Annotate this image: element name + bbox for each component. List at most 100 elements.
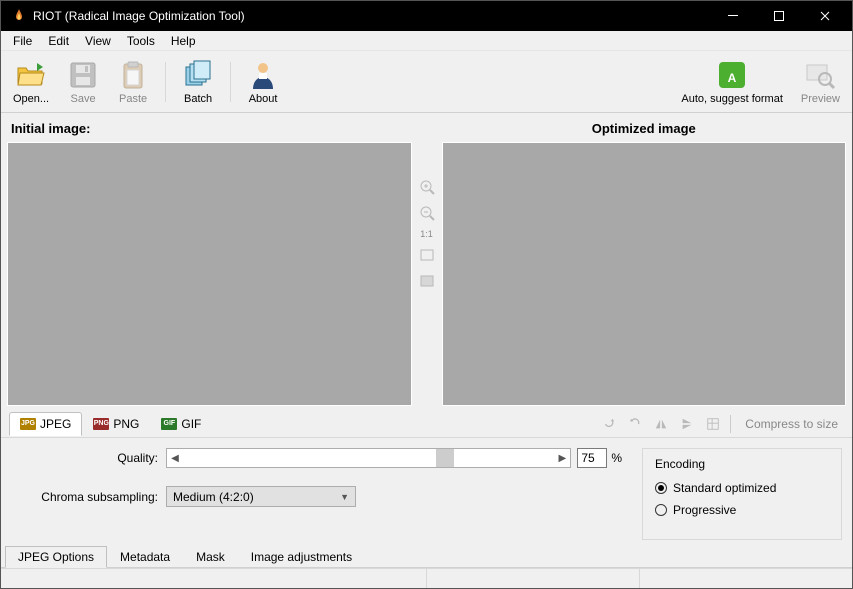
about-button[interactable]: About [243,57,283,107]
format-tabs: JPG JPEG PNG PNG GIF GIF [9,412,212,436]
menu-file[interactable]: File [5,32,40,50]
chevron-down-icon: ▼ [340,492,349,502]
jpeg-badge-icon: JPG [20,418,36,430]
preview-label: Preview [801,93,840,105]
menu-edit[interactable]: Edit [40,32,77,50]
quality-input[interactable] [577,448,607,468]
quality-slider[interactable]: ◀ ▶ [166,448,571,468]
statusbar [1,568,852,588]
quality-label: Quality: [11,451,166,465]
chroma-value: Medium (4:2:0) [173,490,254,504]
preview-button[interactable]: Preview [797,57,844,107]
magnifier-icon [804,59,836,91]
auto-label: Auto, suggest format [681,93,783,105]
person-icon [247,59,279,91]
menubar: File Edit View Tools Help [1,31,852,51]
clipboard-icon [117,59,149,91]
paste-button[interactable]: Paste [113,57,153,107]
save-button[interactable]: Save [63,57,103,107]
resize-button[interactable] [704,415,722,433]
flip-h-button[interactable] [652,415,670,433]
chroma-row: Chroma subsampling: Medium (4:2:0) ▼ [11,486,622,507]
save-label: Save [71,93,96,105]
tab-jpeg[interactable]: JPG JPEG [9,412,82,436]
toolbar-separator [230,62,231,102]
status-cell-1 [1,569,426,588]
optimized-pane-title: Optimized image [442,117,847,142]
auto-icon: A [716,59,748,91]
compress-to-size-link[interactable]: Compress to size [739,417,844,431]
tab-png[interactable]: PNG PNG [82,412,150,436]
optimized-image-area[interactable] [442,142,847,406]
menu-view[interactable]: View [77,32,119,50]
rotate-cw-button[interactable] [626,415,644,433]
zoom-ratio-label[interactable]: 1:1 [420,229,433,239]
btab-image-adjustments[interactable]: Image adjustments [238,546,365,568]
status-cell-3 [639,569,852,588]
initial-image-area[interactable] [7,142,412,406]
toolbar: Open... Save Paste Batch About A Auto, s… [1,51,852,113]
format-row: JPG JPEG PNG PNG GIF GIF Compress to siz… [1,410,852,438]
svg-text:A: A [728,71,737,85]
paste-label: Paste [119,93,147,105]
toolbar-separator [165,62,166,102]
encoding-standard-radio[interactable]: Standard optimized [655,481,829,495]
batch-icon [182,59,214,91]
fit-image-button[interactable] [417,271,437,291]
btab-jpeg-options[interactable]: JPEG Options [5,546,107,568]
image-panes: Initial image: 1:1 Optimized image [1,113,852,410]
encoding-progressive-label: Progressive [673,503,736,517]
format-actions: Compress to size [600,415,844,433]
radio-icon [655,504,667,516]
tab-gif-label: GIF [181,417,201,431]
settings-left: Quality: ◀ ▶ % Chroma subsampling: Mediu… [11,448,622,540]
floppy-icon [67,59,99,91]
settings-panel: Quality: ◀ ▶ % Chroma subsampling: Mediu… [1,438,852,546]
status-cell-2 [426,569,639,588]
btab-metadata[interactable]: Metadata [107,546,183,568]
app-icon [11,8,27,24]
flip-v-button[interactable] [678,415,696,433]
rotate-ccw-button[interactable] [600,415,618,433]
menu-tools[interactable]: Tools [119,32,163,50]
fit-window-button[interactable] [417,245,437,265]
folder-open-icon [15,59,47,91]
slider-right-arrow[interactable]: ▶ [554,453,570,464]
initial-pane-title: Initial image: [7,117,412,142]
window-title: RIOT (Radical Image Optimization Tool) [33,9,710,23]
tab-gif[interactable]: GIF GIF [150,412,212,436]
batch-label: Batch [184,93,212,105]
chroma-select[interactable]: Medium (4:2:0) ▼ [166,486,356,507]
zoom-out-button[interactable] [417,203,437,223]
action-separator [730,415,731,433]
minimize-button[interactable] [710,1,756,31]
batch-button[interactable]: Batch [178,57,218,107]
auto-format-button[interactable]: A Auto, suggest format [677,57,787,107]
maximize-button[interactable] [756,1,802,31]
quality-pct: % [611,451,622,465]
zoom-in-button[interactable] [417,177,437,197]
encoding-group: Encoding Standard optimized Progressive [642,448,842,540]
encoding-standard-label: Standard optimized [673,481,776,495]
tab-png-label: PNG [113,417,139,431]
bottom-tabs: JPEG Options Metadata Mask Image adjustm… [1,546,852,568]
btab-mask[interactable]: Mask [183,546,238,568]
titlebar: RIOT (Radical Image Optimization Tool) [1,1,852,31]
encoding-progressive-radio[interactable]: Progressive [655,503,829,517]
slider-left-arrow[interactable]: ◀ [167,453,183,464]
open-button[interactable]: Open... [9,57,53,107]
pane-mid-controls: 1:1 [412,117,442,406]
tab-jpeg-label: JPEG [40,417,71,431]
radio-icon [655,482,667,494]
quality-row: Quality: ◀ ▶ % [11,448,622,468]
gif-badge-icon: GIF [161,418,177,430]
chroma-label: Chroma subsampling: [11,490,166,504]
close-button[interactable] [802,1,848,31]
png-badge-icon: PNG [93,418,109,430]
menu-help[interactable]: Help [163,32,204,50]
initial-pane: Initial image: [7,117,412,406]
optimized-pane: Optimized image [442,117,847,406]
encoding-legend: Encoding [655,457,829,471]
about-label: About [249,93,278,105]
open-label: Open... [13,93,49,105]
